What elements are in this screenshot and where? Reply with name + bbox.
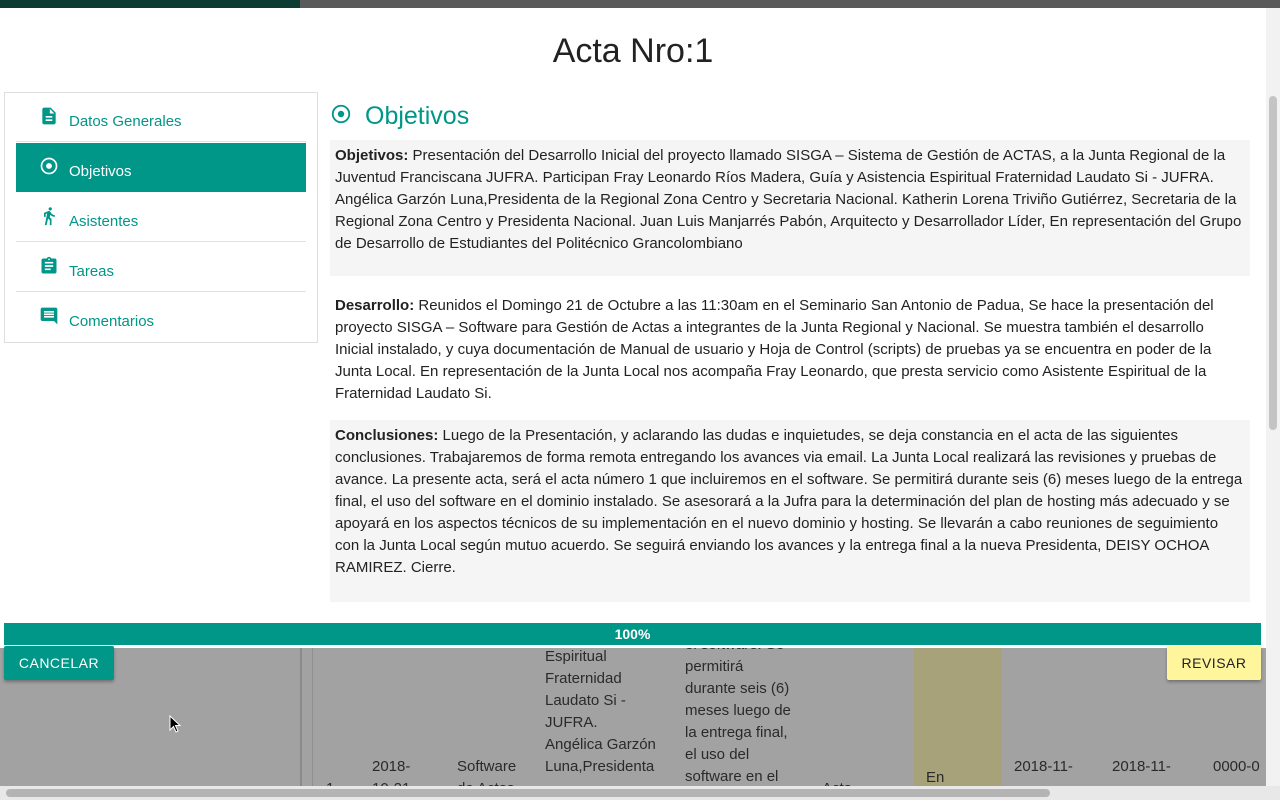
- background-cell-line: JUFRA.: [545, 714, 598, 731]
- sidebar-item-comentarios[interactable]: Comentarios: [16, 293, 306, 342]
- background-cell-objetivos: Espiritual Fraternidad Laudato Si - JUFR…: [545, 646, 656, 778]
- vertical-scrollbar-thumb[interactable]: [1269, 96, 1277, 430]
- document-icon: [42, 107, 56, 125]
- sidebar-item-objetivos[interactable]: Objetivos: [16, 143, 306, 192]
- paragraph-text: Reunidos el Domingo 21 de Octubre a las …: [335, 297, 1214, 402]
- modal-title: Acta Nro:1: [552, 32, 714, 70]
- sidebar-item-tareas[interactable]: Tareas: [16, 243, 306, 292]
- clipboard-icon: [41, 256, 57, 274]
- background-cell-line: Espiritual: [545, 648, 607, 665]
- acta-modal: Acta Nro:1 Datos Generales Objetivos Asi…: [0, 8, 1266, 648]
- paragraph-objetivos: Objetivos: Presentación del Desarrollo I…: [330, 140, 1250, 276]
- sidebar-item-label: Asistentes: [69, 213, 139, 230]
- target-icon: [331, 104, 351, 124]
- sidebar-item-label: Datos Generales: [69, 113, 182, 130]
- review-button[interactable]: REVISAR: [1167, 646, 1261, 680]
- background-cell-line: software en el: [685, 768, 779, 785]
- sidebar-nav: Datos Generales Objetivos Asistentes Tar…: [4, 92, 318, 343]
- sidebar-item-label: Objetivos: [69, 163, 132, 180]
- background-cell-line: el uso del: [685, 746, 750, 763]
- background-cell-line: Software: [457, 758, 517, 775]
- background-column-divider: [312, 648, 313, 788]
- progress-bar: 100%: [4, 623, 1261, 645]
- sidebar-item-datos-generales[interactable]: Datos Generales: [16, 93, 306, 142]
- horizontal-scrollbar-thumb[interactable]: [6, 789, 1050, 797]
- background-cell-line: permitirá: [685, 658, 744, 675]
- section-title: Objetivos: [365, 102, 470, 130]
- paragraph-heading: Conclusiones:: [335, 427, 439, 444]
- background-cell-conclusiones: el software. Se permitirá durante seis (…: [685, 634, 791, 788]
- paragraph-heading: Desarrollo:: [335, 297, 415, 314]
- background-cell-line: Fraternidad: [545, 670, 622, 687]
- paragraph-heading: Objetivos:: [335, 147, 409, 164]
- background-cell-line: Angélica Garzón: [545, 736, 656, 753]
- comment-icon: [40, 307, 58, 325]
- cancel-button[interactable]: CANCELAR: [4, 646, 114, 680]
- background-cell-fecha-fin: 2018-11-: [1112, 758, 1171, 775]
- background-column-divider: [300, 648, 302, 788]
- background-cell-line: Laudato Si -: [545, 692, 626, 709]
- background-top-bar-accent: [0, 0, 300, 8]
- background-cell-fecha-inicio: 2018-11-: [1014, 758, 1073, 775]
- paragraph-text: Presentación del Desarrollo Inicial del …: [335, 147, 1242, 252]
- paragraph-conclusiones: Conclusiones: Luego de la Presentación, …: [330, 420, 1250, 602]
- paragraph-desarrollo: Desarrollo: Reunidos el Domingo 21 de Oc…: [330, 290, 1250, 410]
- sidebar-item-asistentes[interactable]: Asistentes: [16, 193, 306, 242]
- background-cell-line: 2018-: [372, 758, 411, 775]
- target-icon: [40, 157, 58, 175]
- walking-person-icon: [44, 207, 55, 226]
- sidebar-item-label: Comentarios: [69, 313, 155, 330]
- background-cell-line: meses luego de: [685, 702, 791, 719]
- background-cell-line: Luna,Presidenta: [545, 758, 655, 775]
- paragraph-text: Luego de la Presentación, y aclarando la…: [335, 427, 1243, 576]
- mouse-cursor-icon: [169, 715, 181, 733]
- sidebar-item-label: Tareas: [69, 263, 115, 280]
- background-cell-line: la entrega final,: [685, 724, 788, 741]
- background-cell-line: durante seis (6): [685, 680, 790, 697]
- background-cell-codigo: 0000-0: [1213, 758, 1260, 775]
